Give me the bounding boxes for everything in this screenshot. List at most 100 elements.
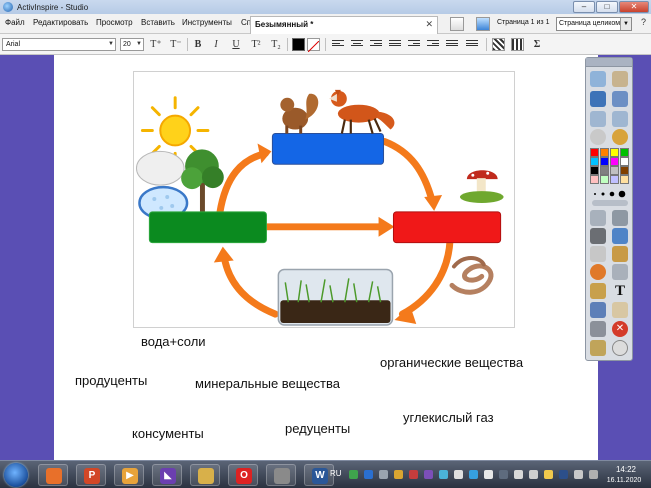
taskbar-app-media[interactable]: ▶ bbox=[114, 464, 144, 486]
tray-bluetooth-icon[interactable] bbox=[559, 470, 568, 479]
tray-signal-icon[interactable] bbox=[574, 470, 583, 479]
start-button[interactable] bbox=[4, 463, 28, 487]
pen-tool-icon[interactable] bbox=[612, 71, 628, 87]
highlighter-icon[interactable] bbox=[612, 228, 628, 244]
tray-alert-icon[interactable] bbox=[409, 470, 418, 479]
indent-increase-icon[interactable] bbox=[427, 40, 439, 49]
numbered-list-icon[interactable] bbox=[466, 40, 478, 49]
word-minerals[interactable]: минеральные вещества bbox=[195, 376, 340, 391]
tray-network-icon[interactable] bbox=[364, 470, 373, 479]
bold-button[interactable]: B bbox=[190, 37, 206, 52]
fill-icon[interactable] bbox=[590, 283, 606, 299]
scissors-icon[interactable] bbox=[612, 210, 628, 226]
color-swatch[interactable] bbox=[610, 157, 619, 166]
browser-icon[interactable] bbox=[590, 91, 606, 107]
text-color-swatch[interactable] bbox=[292, 38, 305, 51]
shape-icon[interactable] bbox=[590, 264, 606, 280]
color-swatch[interactable] bbox=[590, 148, 599, 157]
flipchart-icon[interactable] bbox=[476, 17, 490, 31]
delete-icon[interactable]: ✕ bbox=[612, 321, 628, 337]
color-swatch[interactable] bbox=[600, 157, 609, 166]
color-swatch[interactable] bbox=[610, 148, 619, 157]
word-organic-matter[interactable]: органические вещества bbox=[380, 355, 523, 370]
tray-display-icon[interactable] bbox=[499, 470, 508, 479]
tray-cloud-icon[interactable] bbox=[439, 470, 448, 479]
color-swatch[interactable] bbox=[620, 157, 629, 166]
tray-speaker-icon[interactable] bbox=[529, 470, 538, 479]
menu-edit[interactable]: Редактировать bbox=[33, 18, 88, 27]
color-swatch[interactable] bbox=[600, 166, 609, 175]
maximize-button[interactable]: □ bbox=[596, 1, 618, 13]
grid-icon[interactable] bbox=[511, 38, 524, 51]
color-swatch[interactable] bbox=[600, 175, 609, 184]
tray-volume-icon[interactable] bbox=[454, 470, 463, 479]
align-right-icon[interactable] bbox=[370, 40, 382, 49]
eraser-icon[interactable] bbox=[590, 246, 606, 262]
line-spacing-icon[interactable] bbox=[389, 40, 401, 49]
tab-close-icon[interactable]: ✕ bbox=[425, 19, 433, 30]
pen-width-selector[interactable] bbox=[592, 187, 628, 199]
document-tab[interactable]: Безымянный * ✕ bbox=[250, 16, 438, 34]
tray-skype-icon[interactable] bbox=[469, 470, 478, 479]
subscript-button[interactable]: T₂ bbox=[268, 37, 284, 52]
highlight-color-swatch[interactable] bbox=[307, 38, 320, 53]
select-arrow-icon[interactable] bbox=[590, 210, 606, 226]
tray-power-icon[interactable] bbox=[484, 470, 493, 479]
word-decomposers[interactable]: редуценты bbox=[285, 421, 350, 436]
clock-icon[interactable] bbox=[612, 340, 628, 356]
consumers-box[interactable] bbox=[271, 133, 385, 165]
italic-button[interactable]: I bbox=[208, 37, 224, 52]
color-swatch[interactable] bbox=[590, 175, 599, 184]
taskbar-app-firefox[interactable] bbox=[38, 464, 68, 486]
menu-insert[interactable]: Вставить bbox=[141, 18, 175, 27]
close-button[interactable]: ✕ bbox=[619, 1, 649, 13]
minimize-button[interactable]: – bbox=[573, 1, 595, 13]
play-icon[interactable] bbox=[590, 129, 606, 145]
taskbar-app-explorer[interactable] bbox=[190, 464, 220, 486]
table-icon[interactable] bbox=[492, 38, 505, 51]
producers-box[interactable] bbox=[148, 211, 267, 244]
color-swatch[interactable] bbox=[590, 166, 599, 175]
align-left-icon[interactable] bbox=[332, 40, 344, 49]
bullets-icon[interactable] bbox=[446, 40, 458, 49]
taskbar-app-opera[interactable]: O bbox=[228, 464, 258, 486]
underline-button[interactable]: U bbox=[228, 37, 244, 52]
menu-file[interactable]: Файл bbox=[5, 18, 25, 27]
align-center-icon[interactable] bbox=[351, 40, 363, 49]
decomposers-box[interactable] bbox=[392, 211, 502, 244]
next-page-icon[interactable] bbox=[612, 111, 628, 127]
globe-icon[interactable] bbox=[612, 129, 628, 145]
language-indicator[interactable]: RU bbox=[330, 469, 342, 478]
tray-app-icon[interactable] bbox=[379, 470, 388, 479]
page-browser-icon[interactable] bbox=[450, 17, 464, 31]
font-family-select[interactable]: Arial ▼ bbox=[2, 38, 116, 51]
color-swatch[interactable] bbox=[600, 148, 609, 157]
tools-menu-icon[interactable] bbox=[590, 340, 606, 356]
taskbar-app-visual-studio[interactable]: ◣ bbox=[152, 464, 182, 486]
word-carbon-dioxide[interactable]: углекислый газ bbox=[403, 410, 494, 425]
prev-page-icon[interactable] bbox=[590, 111, 606, 127]
menu-view[interactable]: Просмотр bbox=[96, 18, 133, 27]
superscript-button[interactable]: T² bbox=[248, 37, 264, 52]
word-water-salts[interactable]: вода+соли bbox=[141, 334, 206, 349]
menu-tools[interactable]: Инструменты bbox=[182, 18, 232, 27]
indent-decrease-icon[interactable] bbox=[408, 40, 420, 49]
taskbar-app-inspire[interactable] bbox=[266, 464, 296, 486]
taskbar-app-powerpoint[interactable]: P bbox=[76, 464, 106, 486]
undo-icon[interactable] bbox=[590, 321, 606, 337]
text-tool-icon[interactable]: T bbox=[612, 283, 628, 299]
desktop-annotate-icon[interactable] bbox=[612, 91, 628, 107]
color-swatch[interactable] bbox=[620, 166, 629, 175]
tray-sound-icon[interactable] bbox=[589, 470, 598, 479]
shrink-font-button[interactable]: T⁻ bbox=[168, 37, 184, 52]
tray-media-icon[interactable] bbox=[424, 470, 433, 479]
font-size-select[interactable]: 20 ▼ bbox=[120, 38, 144, 51]
tray-folder-icon[interactable] bbox=[394, 470, 403, 479]
color-swatch[interactable] bbox=[620, 175, 629, 184]
toolbox-drag-handle[interactable] bbox=[586, 58, 632, 67]
color-swatch[interactable] bbox=[590, 157, 599, 166]
color-swatch[interactable] bbox=[610, 166, 619, 175]
word-producers[interactable]: продуценты bbox=[75, 373, 147, 388]
word-consumers[interactable]: консументы bbox=[132, 426, 204, 441]
clock-time[interactable]: 14:22 bbox=[606, 465, 646, 474]
